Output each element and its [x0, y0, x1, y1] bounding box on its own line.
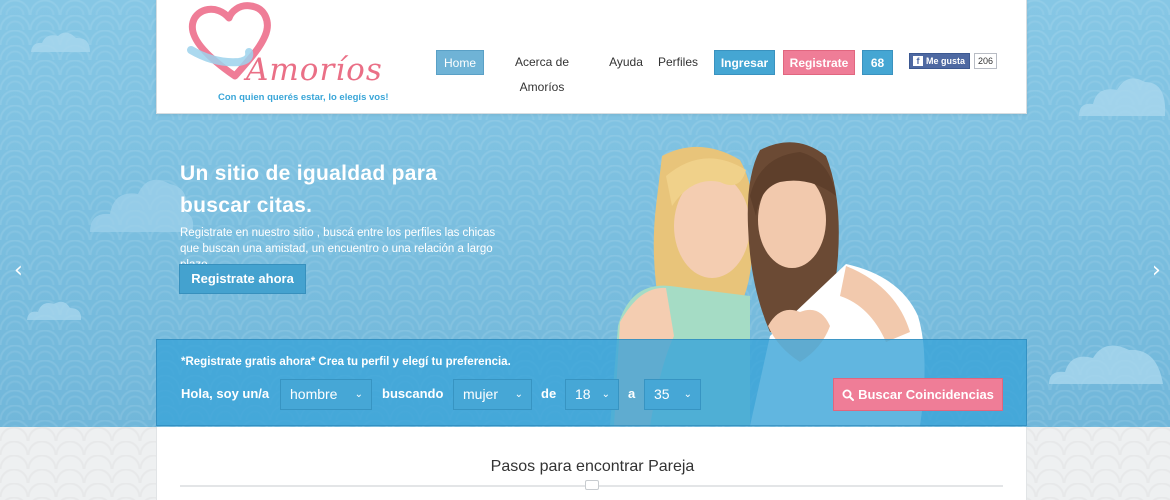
nav-about[interactable]: Acerca de Amoríos	[492, 50, 592, 94]
age-max-select[interactable]: 35 ⌄	[644, 379, 701, 410]
label-seeking: buscando	[382, 386, 444, 401]
age-min-select[interactable]: 18 ⌄	[565, 379, 619, 410]
search-matches-button[interactable]: Buscar Coincidencias	[833, 378, 1003, 411]
facebook-like-count: 206	[974, 53, 998, 69]
chevron-down-icon: ⌄	[354, 389, 363, 400]
nav-home[interactable]: Home	[436, 50, 484, 75]
site-tagline: Con quien querés estar, lo elegís vos!	[218, 92, 389, 103]
chevron-left-icon[interactable]: ‹	[14, 258, 23, 283]
gender-select-value: hombre	[290, 386, 338, 402]
seeking-select[interactable]: mujer ⌄	[453, 379, 532, 410]
search-button-label: Buscar Coincidencias	[858, 387, 994, 402]
search-icon	[842, 389, 855, 401]
online-count-badge[interactable]: 68	[862, 50, 893, 75]
login-button[interactable]: Ingresar	[714, 50, 775, 75]
site-logo[interactable]: Amoríos Con quien querés estar, lo elegí…	[185, 2, 389, 106]
facebook-like-button[interactable]: f Me gusta	[909, 53, 971, 69]
hero-title: Un sitio de igualdad para buscar citas.	[180, 162, 438, 217]
site-header: Amoríos Con quien querés estar, lo elegí…	[156, 0, 1027, 114]
facebook-icon: f	[913, 56, 923, 66]
chevron-right-icon[interactable]: ›	[1152, 258, 1161, 283]
label-i-am: Hola, soy un/a	[181, 386, 270, 401]
facebook-like-widget: f Me gusta 206	[909, 53, 998, 69]
logo-wordmark: Amoríos	[246, 52, 383, 88]
cloud-decoration	[27, 301, 82, 320]
divider-ornament	[585, 480, 599, 490]
search-panel: *Registrate gratis ahora* Crea tu perfil…	[156, 339, 1027, 426]
chevron-down-icon: ⌄	[683, 389, 692, 400]
section-title: Pasos para encontrar Pareja	[490, 458, 695, 475]
chevron-down-icon: ⌄	[601, 389, 610, 400]
label-age-to: a	[628, 386, 636, 401]
seeking-select-value: mujer	[463, 386, 499, 402]
search-promo-note: *Registrate gratis ahora* Crea tu perfil…	[181, 356, 511, 368]
nav-help[interactable]: Ayuda	[600, 50, 652, 75]
cloud-decoration	[31, 32, 90, 52]
steps-section: Pasos para encontrar Pareja	[0, 427, 1170, 500]
cloud-decoration	[1079, 78, 1166, 116]
label-age-from: de	[541, 386, 557, 401]
facebook-like-label: Me gusta	[926, 56, 966, 66]
age-max-value: 35	[654, 386, 670, 402]
chevron-down-icon: ⌄	[514, 389, 523, 400]
cloud-decoration	[1049, 345, 1163, 384]
gender-select[interactable]: hombre ⌄	[280, 379, 372, 410]
steps-card: Pasos para encontrar Pareja	[156, 427, 1027, 500]
nav-profiles[interactable]: Perfiles	[656, 50, 700, 75]
age-min-value: 18	[575, 386, 591, 402]
register-now-button[interactable]: Registrate ahora	[179, 264, 306, 294]
register-button[interactable]: Registrate	[783, 50, 855, 75]
